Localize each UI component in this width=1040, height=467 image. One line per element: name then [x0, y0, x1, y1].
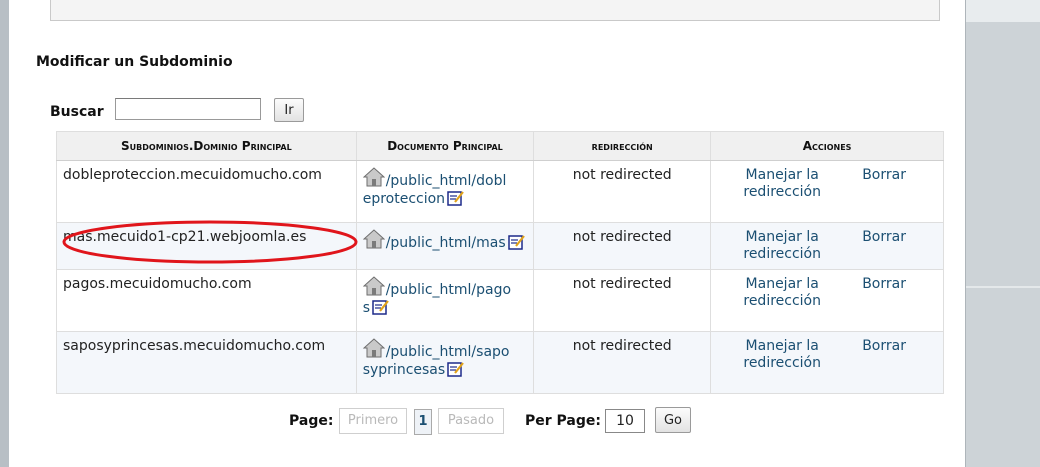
edit-document-icon[interactable] — [372, 299, 390, 315]
table-row: saposyprincesas.mecuidomucho.com /public… — [56, 331, 944, 394]
actions-cell: Manejar la redirección Borrar — [710, 160, 944, 223]
home-folder-icon[interactable] — [362, 338, 385, 358]
table-header-row: Subdominios.Dominio Principal Documento … — [56, 131, 944, 161]
subdomains-table: Subdominios.Dominio Principal Documento … — [56, 131, 944, 394]
redirection-cell: not redirected — [533, 222, 712, 270]
search-input[interactable] — [115, 98, 261, 120]
page-label: Page: — [289, 413, 334, 429]
header-redirection[interactable]: redirección — [533, 131, 712, 161]
edit-document-icon[interactable] — [507, 234, 526, 250]
search-go-button[interactable]: Ir — [274, 98, 304, 122]
search-label: Buscar — [50, 104, 104, 120]
docroot-cell: /public_html/mas — [355, 222, 535, 270]
header-actions: Acciones — [710, 131, 944, 161]
actions-cell: Manejar la redirección Borrar — [710, 269, 944, 332]
docroot-cell: /public_html/sapo syprincesas — [355, 331, 535, 394]
per-page-label: Per Page: — [525, 413, 601, 429]
header-document-root[interactable]: Documento Principal — [355, 131, 535, 161]
manage-redirection-link[interactable]: Manejar la redirección — [732, 276, 832, 310]
manage-redirection-link[interactable]: Manejar la redirección — [732, 229, 832, 263]
first-page-button[interactable]: Primero — [339, 408, 407, 434]
redirection-cell: not redirected — [533, 269, 712, 332]
subdomain-cell: saposyprincesas.mecuidomucho.com — [56, 331, 357, 394]
docroot-link[interactable]: /public_html/sapo — [386, 344, 510, 360]
docroot-link[interactable]: /public_html/pago — [386, 282, 511, 298]
manage-redirection-link[interactable]: Manejar la redirección — [732, 167, 832, 201]
home-folder-icon[interactable] — [362, 229, 385, 249]
right-background-panel — [965, 0, 1040, 467]
header-subdomain[interactable]: Subdominios.Dominio Principal — [56, 131, 357, 161]
redirection-cell: not redirected — [533, 160, 712, 223]
last-page-button[interactable]: Pasado — [438, 408, 504, 434]
subdomain-cell: dobleproteccion.mecuidomucho.com — [56, 160, 357, 223]
left-window-edge — [0, 0, 9, 467]
home-folder-icon[interactable] — [362, 167, 385, 187]
current-page-number[interactable]: 1 — [414, 409, 432, 435]
delete-link[interactable]: Borrar — [862, 338, 906, 355]
delete-link[interactable]: Borrar — [862, 276, 906, 293]
manage-redirection-link[interactable]: Manejar la redirección — [732, 338, 832, 372]
delete-link[interactable]: Borrar — [862, 167, 906, 184]
docroot-link-cont[interactable]: eproteccion — [363, 191, 445, 207]
previous-section-box — [50, 0, 940, 21]
table-row: dobleproteccion.mecuidomucho.com /public… — [56, 160, 944, 223]
home-folder-icon[interactable] — [362, 276, 385, 296]
table-row: pagos.mecuidomucho.com /public_html/pago… — [56, 269, 944, 332]
docroot-link-cont[interactable]: s — [363, 300, 370, 316]
edit-document-icon[interactable] — [447, 361, 465, 377]
per-page-input[interactable]: 10 — [605, 409, 645, 433]
table-row: mas.mecuido1-cp21.webjoomla.es /public_h… — [56, 222, 944, 270]
docroot-link-cont[interactable]: syprincesas — [363, 362, 445, 378]
per-page-go-button[interactable]: Go — [655, 407, 691, 433]
section-title: Modificar un Subdominio — [36, 54, 233, 70]
docroot-cell: /public_html/dobl eproteccion — [355, 160, 535, 223]
redirection-cell: not redirected — [533, 331, 712, 394]
edit-document-icon[interactable] — [447, 190, 465, 206]
delete-link[interactable]: Borrar — [862, 229, 906, 246]
actions-cell: Manejar la redirección Borrar — [710, 222, 944, 270]
docroot-cell: /public_html/pagos — [355, 269, 535, 332]
docroot-link[interactable]: /public_html/dobl — [386, 173, 507, 189]
subdomain-cell: pagos.mecuidomucho.com — [56, 269, 357, 332]
actions-cell: Manejar la redirección Borrar — [710, 331, 944, 394]
subdomain-cell: mas.mecuido1-cp21.webjoomla.es — [56, 222, 357, 270]
docroot-link[interactable]: /public_html/mas — [386, 235, 506, 251]
